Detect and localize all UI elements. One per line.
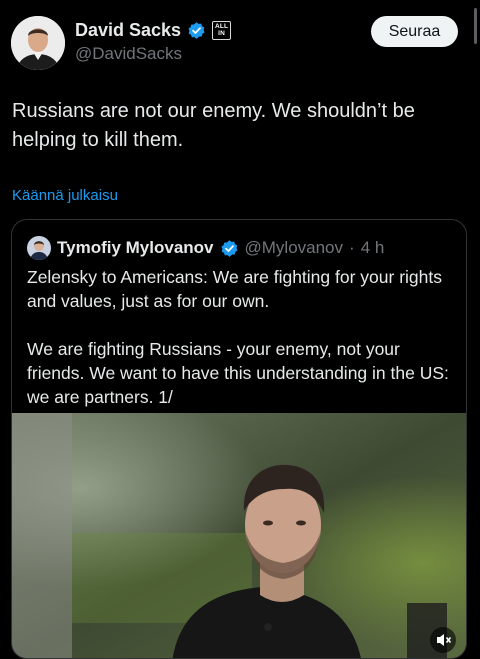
quoted-separator: ·: [349, 238, 355, 257]
quoted-verified-badge-icon: [220, 239, 239, 258]
affiliate-badge-icon[interactable]: ALL IN: [212, 21, 232, 40]
follow-button[interactable]: Seuraa: [371, 16, 458, 47]
quoted-author-handle: @Mylovanov: [244, 238, 344, 257]
verified-badge-icon: [187, 21, 206, 40]
author-name-row: David Sacks ALL IN: [75, 20, 232, 41]
quoted-tweet-text: Zelensky to Americans: We are fighting f…: [27, 265, 452, 433]
author-handle[interactable]: @DavidSacks: [75, 44, 182, 64]
quoted-tweet-header: Tymofiy Mylovanov @Mylovanov · 4 h: [27, 236, 384, 260]
volume-off-icon[interactable]: [430, 627, 456, 653]
quoted-author-avatar: [27, 236, 51, 260]
tweet-header: David Sacks ALL IN @DavidSacks Seuraa: [11, 16, 458, 72]
quoted-author-name: Tymofiy Mylovanov: [57, 238, 214, 257]
quoted-tweet-card[interactable]: Tymofiy Mylovanov @Mylovanov · 4 h Zelen…: [11, 219, 467, 659]
quoted-paragraph: We are fighting Russians - your enemy, n…: [27, 339, 449, 407]
quoted-video[interactable]: [12, 413, 466, 658]
scrollbar[interactable]: [474, 8, 477, 44]
tweet-text: Russians are not our enemy. We shouldn’t…: [12, 100, 415, 151]
quoted-timestamp: 4 h: [360, 238, 385, 257]
translate-post-link[interactable]: Käännä julkaisu: [12, 187, 118, 204]
quoted-paragraph: Zelensky to Americans: We are fighting f…: [27, 267, 442, 311]
avatar[interactable]: [11, 16, 65, 70]
affiliate-badge-line2: IN: [218, 29, 226, 37]
author-display-name[interactable]: David Sacks: [75, 20, 181, 41]
